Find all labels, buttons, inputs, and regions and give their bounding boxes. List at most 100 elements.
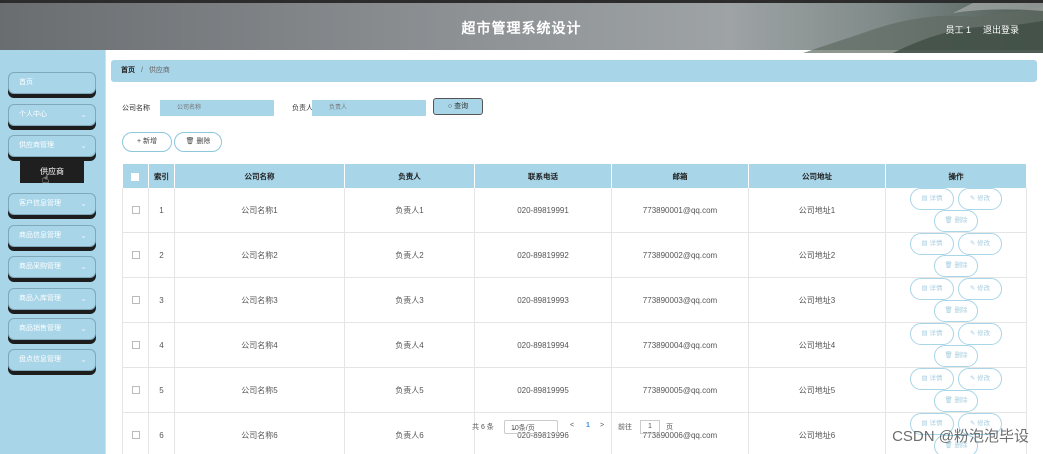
row-delete-button[interactable]: 🗑 删除 xyxy=(934,390,978,412)
sidebar-item-customer-info[interactable]: 客户信息管理 ⌄ xyxy=(8,193,96,215)
edit-button[interactable]: ✎ 修改 xyxy=(958,278,1002,300)
sidebar-item-home[interactable]: 首页 xyxy=(8,72,96,94)
cell-company: 公司名称1 xyxy=(174,188,345,233)
query-button[interactable]: ○ 查询 xyxy=(433,98,483,115)
add-button[interactable]: + 新增 xyxy=(122,132,172,152)
header-email: 邮箱 xyxy=(611,164,749,188)
cell-phone: 020-89819993 xyxy=(474,277,612,323)
detail-button[interactable]: ▤ 详情 xyxy=(910,188,954,210)
table-row: 3 公司名称3 负责人3 020-89819993 773890003@qq.com 公司… xyxy=(122,277,1027,323)
cell-address: 公司地址1 xyxy=(748,188,886,233)
cell-company: 公司名称5 xyxy=(174,367,345,413)
cell-person: 负责人1 xyxy=(344,188,475,233)
goto-label: 前往 xyxy=(618,424,632,431)
cell-index: 3 xyxy=(148,277,175,323)
row-delete-button[interactable]: 🗑 删除 xyxy=(934,300,978,322)
breadcrumb-current: 供应商 xyxy=(148,67,170,74)
trash-icon: 🗑 xyxy=(944,307,955,314)
row-checkbox[interactable] xyxy=(131,386,140,395)
row-checkbox[interactable] xyxy=(131,206,140,215)
logout-link[interactable]: 退出登录 xyxy=(983,23,1019,36)
page-size-select[interactable]: 10条/页 ⌄ xyxy=(504,420,558,434)
cell-person: 负责人2 xyxy=(344,232,475,278)
hand-cursor-icon: ☝ xyxy=(42,172,50,186)
detail-button[interactable]: ▤ 详情 xyxy=(910,368,954,390)
page-1[interactable]: 1 xyxy=(586,422,590,429)
table-row: 4 公司名称4 负责人4 020-89819994 773890004@qq.com 公司… xyxy=(122,322,1027,368)
detail-button[interactable]: ▤ 详情 xyxy=(910,233,954,255)
cell-address: 公司地址5 xyxy=(748,367,886,413)
row-checkbox[interactable] xyxy=(131,341,140,350)
cell-address: 公司地址3 xyxy=(748,277,886,323)
page-unit: 页 xyxy=(666,424,673,431)
sidebar-item-product-sales[interactable]: 商品销售管理 ⌄ xyxy=(8,318,96,340)
breadcrumb-separator: / xyxy=(140,67,143,74)
row-checkbox-cell xyxy=(122,322,149,368)
detail-button[interactable]: ▤ 详情 xyxy=(910,278,954,300)
delete-button[interactable]: 🗑 删除 xyxy=(174,132,222,152)
table-row: 5 公司名称5 负责人5 020-89819995 773890005@qq.com 公司… xyxy=(122,367,1027,413)
cell-index: 1 xyxy=(148,188,175,233)
cell-actions: ▤ 详情 ✎ 修改🗑 删除 xyxy=(885,277,1027,323)
cell-person: 负责人4 xyxy=(344,322,475,368)
sidebar-item-label: 商品信息管理 xyxy=(19,232,61,239)
edit-button[interactable]: ✎ 修改 xyxy=(958,323,1002,345)
chevron-down-icon: ⌄ xyxy=(511,425,517,432)
pagination: 共 6 条 10条/页 ⌄ < 1 > 前往 1 页 xyxy=(472,420,702,434)
current-user: 员工 1 xyxy=(945,25,971,35)
header-phone: 联系电话 xyxy=(474,164,612,188)
cell-index: 6 xyxy=(148,412,175,454)
row-checkbox[interactable] xyxy=(131,251,140,260)
next-page-button[interactable]: > xyxy=(600,422,604,429)
chevron-down-icon: ⌄ xyxy=(80,231,87,240)
breadcrumb-home[interactable]: 首页 xyxy=(121,67,135,74)
search-bar: 公司名称 负责人 xyxy=(122,100,442,116)
cell-email: 773890002@qq.com xyxy=(611,232,749,278)
cell-index: 4 xyxy=(148,322,175,368)
trash-icon: 🗑 xyxy=(944,352,955,359)
person-label: 负责人 xyxy=(292,105,313,112)
header-index: 索引 xyxy=(148,164,175,188)
cell-phone: 020-89819995 xyxy=(474,367,612,413)
cell-address: 公司地址2 xyxy=(748,232,886,278)
sidebar-subitem-supplier[interactable]: 供应商 xyxy=(20,160,84,183)
sidebar-item-product-purchase[interactable]: 商品采购管理 ⌄ xyxy=(8,256,96,278)
cell-index: 5 xyxy=(148,367,175,413)
prev-page-button[interactable]: < xyxy=(570,422,574,429)
cell-phone: 020-89819994 xyxy=(474,322,612,368)
chevron-down-icon: ⌄ xyxy=(80,324,87,333)
row-delete-button[interactable]: 🗑 删除 xyxy=(934,345,978,367)
sidebar-item-product-info[interactable]: 商品信息管理 ⌄ xyxy=(8,225,96,247)
edit-button[interactable]: ✎ 修改 xyxy=(958,368,1002,390)
person-input[interactable] xyxy=(312,100,426,116)
chevron-down-icon: ⌄ xyxy=(80,141,87,150)
cell-person: 负责人3 xyxy=(344,277,475,323)
company-name-input[interactable] xyxy=(160,100,274,116)
detail-button[interactable]: ▤ 详情 xyxy=(910,323,954,345)
main-content: 首页 / 供应商 公司名称 负责人 ○ 查询 + 新增 🗑 删除 索引 公司名称 xyxy=(108,50,1043,454)
cell-company: 公司名称6 xyxy=(174,412,345,454)
cell-address: 公司地址6 xyxy=(748,412,886,454)
edit-button[interactable]: ✎ 修改 xyxy=(958,188,1002,210)
sidebar-item-personal-center[interactable]: 个人中心 ⌄ xyxy=(8,104,96,126)
select-all-checkbox[interactable] xyxy=(131,172,140,181)
company-name-label: 公司名称 xyxy=(122,105,150,112)
header-actions: 操作 xyxy=(885,164,1027,188)
cell-address: 公司地址4 xyxy=(748,322,886,368)
row-checkbox[interactable] xyxy=(131,296,140,305)
sidebar-item-inventory-check[interactable]: 盘点信息管理 ⌄ xyxy=(8,349,96,371)
cell-company: 公司名称2 xyxy=(174,232,345,278)
row-delete-button[interactable]: 🗑 删除 xyxy=(934,255,978,277)
trash-icon: 🗑 xyxy=(944,217,955,224)
edit-button[interactable]: ✎ 修改 xyxy=(958,233,1002,255)
row-checkbox[interactable] xyxy=(131,431,140,440)
row-delete-button[interactable]: 🗑 删除 xyxy=(934,210,978,232)
app-root: 超市管理系统设计 员工 1 退出登录 首页 个人中心 ⌄ 供应商管理 ⌄ 供应商… xyxy=(0,0,1043,454)
chevron-down-icon: ⌄ xyxy=(80,262,87,271)
sidebar-item-product-stock-in[interactable]: 商品入库管理 ⌄ xyxy=(8,288,96,310)
row-checkbox-cell xyxy=(122,277,149,323)
goto-page-input[interactable]: 1 xyxy=(640,420,660,434)
sidebar-item-supplier-management[interactable]: 供应商管理 ⌄ xyxy=(8,135,96,157)
sidebar-item-label: 个人中心 xyxy=(19,111,47,118)
row-checkbox-cell xyxy=(122,232,149,278)
